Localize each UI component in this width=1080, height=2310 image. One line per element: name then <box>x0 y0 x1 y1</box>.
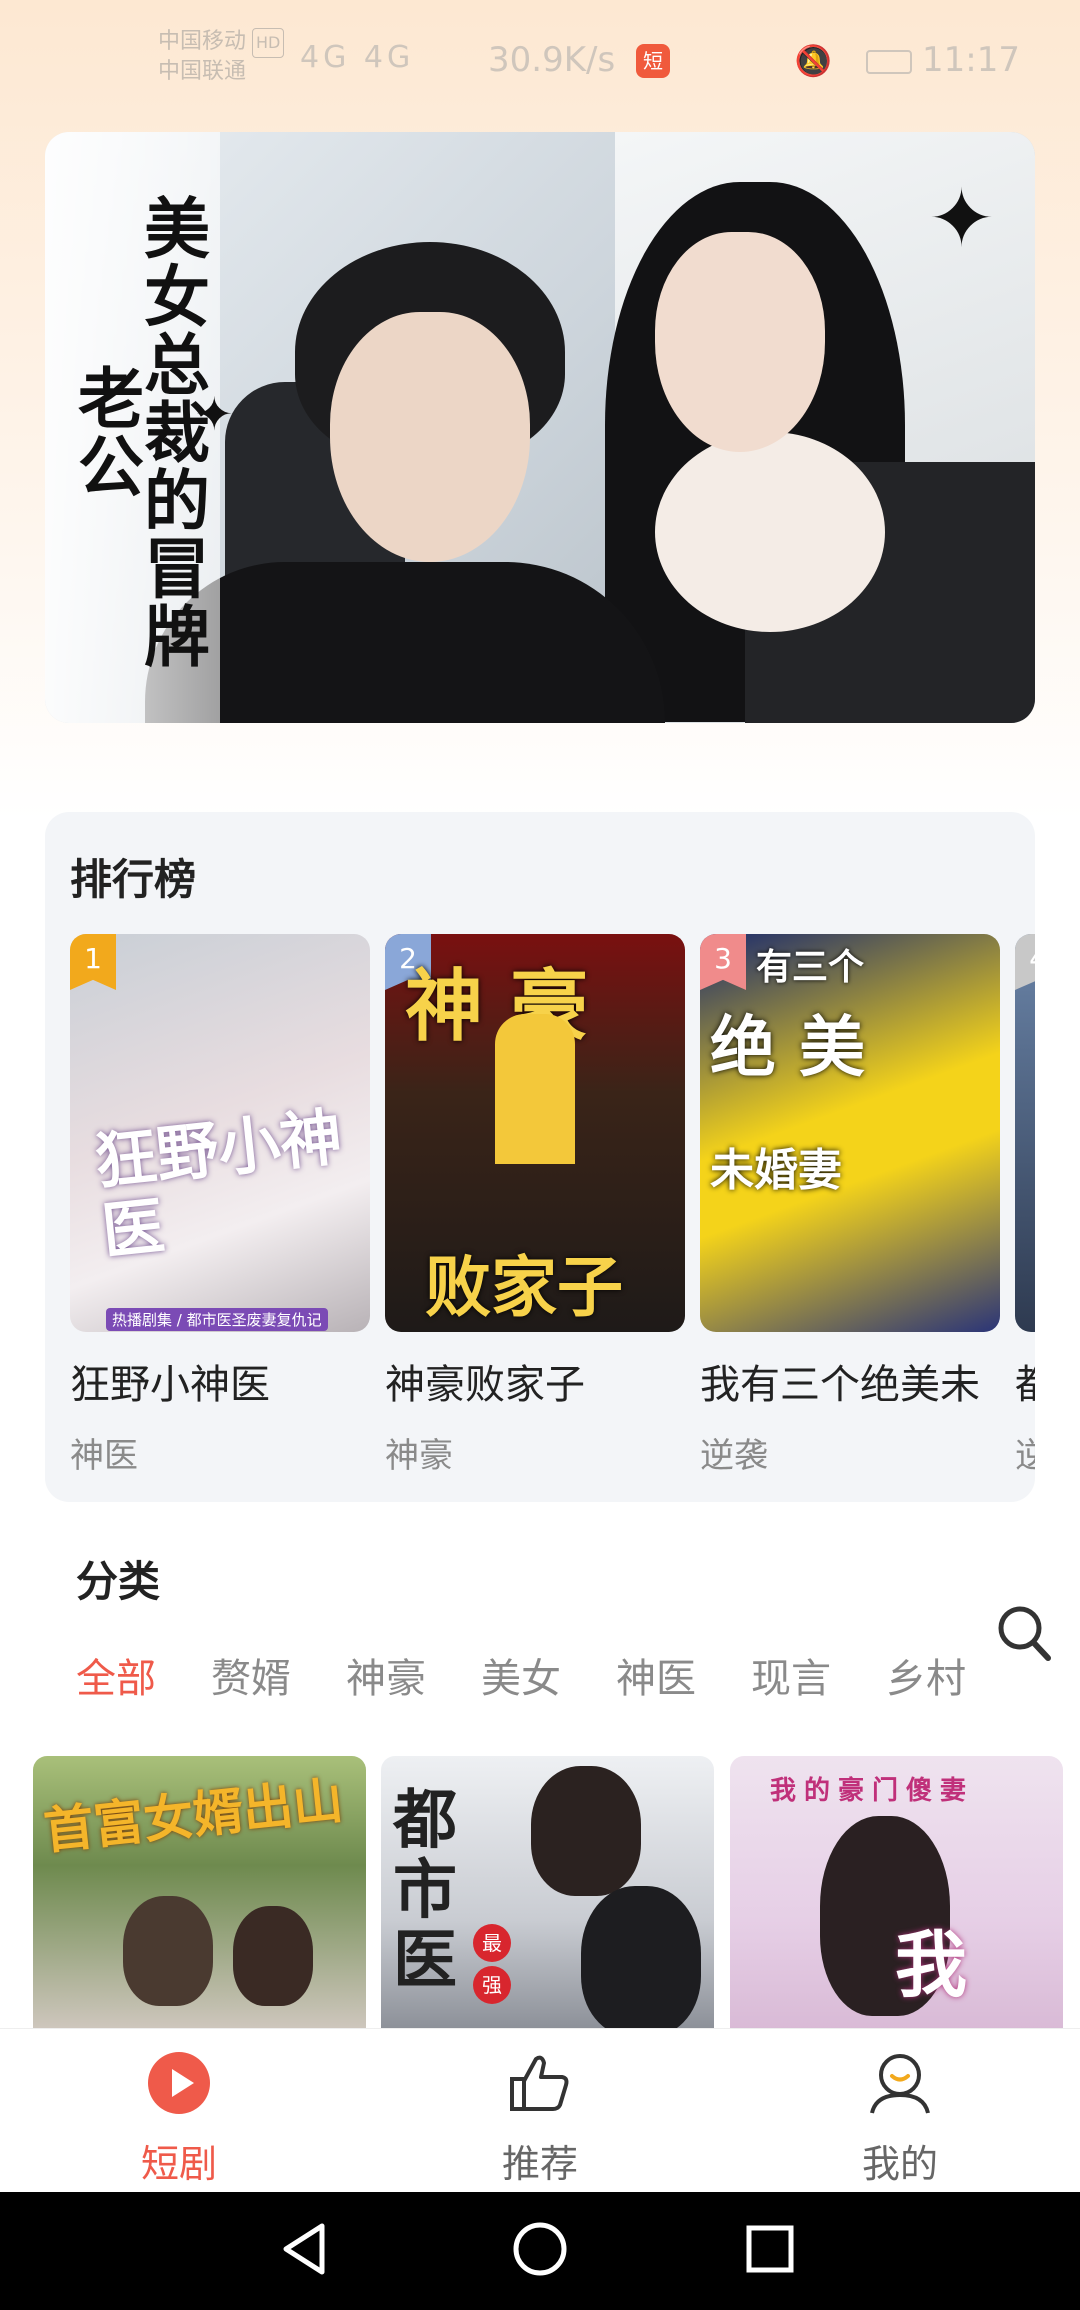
thumbs-up-icon <box>508 2051 572 2115</box>
rank-badge: 4 <box>1015 934 1035 990</box>
tab-shenhao[interactable]: 神豪 <box>346 1646 481 1702</box>
recents-icon[interactable] <box>735 2214 805 2284</box>
ranking-poster[interactable]: 1 狂野小神医 热播剧集 / 都市医圣废妻复仇记 <box>70 934 370 1332</box>
poster-caption: 热播剧集 / 都市医圣废妻复仇记 <box>106 1308 328 1331</box>
hero-figure-man-body <box>145 562 665 723</box>
search-icon[interactable] <box>996 1604 1052 1664</box>
clock: 11:17 <box>922 40 1020 80</box>
sparkle-small-icon: ✦ <box>195 387 234 441</box>
drama-card-1[interactable]: 首富女婿出山 <box>33 1756 366 2030</box>
carrier-1-tag: HD <box>252 28 285 58</box>
hero-figure-woman-face <box>655 232 825 452</box>
ranking-item-name: 神豪败家子 <box>385 1362 585 1408</box>
ranking-item-1[interactable]: 1 狂野小神医 热播剧集 / 都市医圣废妻复仇记 狂野小神医 神医 <box>70 934 370 1477</box>
hero-title: 美女总裁的冒牌老公 <box>67 194 211 670</box>
poster-figure <box>495 1014 575 1164</box>
hero-figure-man-face <box>330 312 530 562</box>
carrier-info: 中国移动 HD 中国联通 <box>158 28 285 86</box>
hero-banner[interactable]: 美女总裁的冒牌老公 ✦ ✦ <box>45 132 1035 723</box>
poster-title-mid: 绝 美 <box>710 1008 865 1086</box>
carrier-1: 中国移动 <box>158 29 247 54</box>
ranking-poster[interactable]: 4 <box>1015 934 1035 1332</box>
nav-label: 短剧 <box>140 2142 217 2186</box>
ranking-poster[interactable]: 2 神 豪 败家子 <box>385 934 685 1332</box>
drama-card-2[interactable]: 都市医 最 强 <box>381 1756 714 2030</box>
status-bar: 中国移动 HD 中国联通 4G 4G 30.9K/s 短 🔕 11:17 <box>0 0 1080 110</box>
nav-item-mine[interactable]: 我的 <box>800 2029 1000 2193</box>
drama-card-badge: 强 <box>473 1966 511 2004</box>
mute-icon: 🔕 <box>794 44 833 79</box>
status-right: 🔕 11:17 <box>795 40 1020 80</box>
poster-title-bottom: 败家子 <box>425 1248 623 1326</box>
ranking-item-3[interactable]: 3 有三个 绝 美 未婚妻 我有三个绝美未 逆袭 <box>700 934 1000 1477</box>
signal-icon: 4G 4G <box>300 40 414 75</box>
poster-title-top: 有三个 <box>756 946 865 988</box>
ranking-item-tag: 神豪 <box>385 1436 453 1476</box>
back-icon[interactable] <box>272 2214 342 2284</box>
signal-text: 4G 4G <box>300 40 415 75</box>
ranking-item-tag: 逆袭 <box>700 1436 768 1476</box>
app-notification-icon: 短 <box>636 44 670 78</box>
play-icon <box>147 2051 211 2115</box>
profile-icon <box>868 2051 932 2115</box>
ranking-card: 排行榜 1 狂野小神医 热播剧集 / 都市医圣废妻复仇记 狂野小神医 神医 2 … <box>45 812 1035 1502</box>
ranking-item-name: 狂野小神医 <box>70 1362 270 1408</box>
drama-card-figure <box>581 1886 701 2030</box>
drama-card-figure <box>531 1766 641 1896</box>
nav-label: 推荐 <box>501 2142 578 2186</box>
ranking-item-name: 都 <box>1015 1352 1035 1410</box>
ranking-item-name: 我有三个绝美未 <box>700 1362 980 1408</box>
tab-meinv[interactable]: 美女 <box>481 1646 616 1702</box>
nav-item-shortplay[interactable]: 短剧 <box>79 2029 279 2193</box>
drama-card-3[interactable]: 我的豪门傻妻 我 <box>730 1756 1063 2030</box>
drama-card-figure <box>123 1896 213 2006</box>
drama-card-title: 首富女婿出山 <box>41 1770 346 1861</box>
network-speed: 30.9K/s <box>488 40 616 80</box>
drama-card-title: 我的豪门傻妻 <box>770 1776 975 1806</box>
carrier-2: 中国联通 <box>158 59 247 84</box>
category-tabs: 全部 赘婿 神豪 美女 神医 现言 乡村 <box>76 1646 1021 1702</box>
sparkle-icon: ✦ <box>927 172 995 265</box>
battery-icon <box>866 49 913 74</box>
tab-xianyan[interactable]: 现言 <box>751 1646 886 1702</box>
home-icon[interactable] <box>505 2214 575 2284</box>
rank-badge: 1 <box>70 934 116 990</box>
system-nav-bar <box>0 2192 1080 2310</box>
nav-label: 我的 <box>861 2142 938 2186</box>
ranking-item-tag: 神医 <box>70 1436 138 1476</box>
drama-card-figure <box>233 1906 313 2006</box>
hero-figure-woman-sleeve <box>655 432 885 632</box>
drama-card-title: 都市医 <box>393 1783 457 1998</box>
rank-badge: 3 <box>700 934 746 990</box>
category-title: 分类 <box>76 1557 161 1606</box>
drama-card-badge: 最 <box>473 1924 511 1962</box>
ranking-item-tag: 逆 <box>1015 1436 1035 1476</box>
ranking-item-4[interactable]: 4 都 逆 <box>1015 934 1035 1477</box>
drama-card-big-text: 我 <box>895 1922 968 2007</box>
poster-title-bottom: 未婚妻 <box>710 1145 842 1196</box>
ranking-item-2[interactable]: 2 神 豪 败家子 神豪败家子 神豪 <box>385 934 685 1477</box>
nav-item-recommend[interactable]: 推荐 <box>440 2029 640 2193</box>
tab-shenyi[interactable]: 神医 <box>616 1646 751 1702</box>
ranking-title: 排行榜 <box>70 855 197 904</box>
tab-all[interactable]: 全部 <box>76 1646 211 1702</box>
tab-zhuixu[interactable]: 赘婿 <box>211 1646 346 1702</box>
bottom-nav: 短剧 推荐 我的 <box>0 2028 1080 2192</box>
ranking-poster[interactable]: 3 有三个 绝 美 未婚妻 <box>700 934 1000 1332</box>
poster-title: 狂野小神医 <box>91 1100 346 1269</box>
